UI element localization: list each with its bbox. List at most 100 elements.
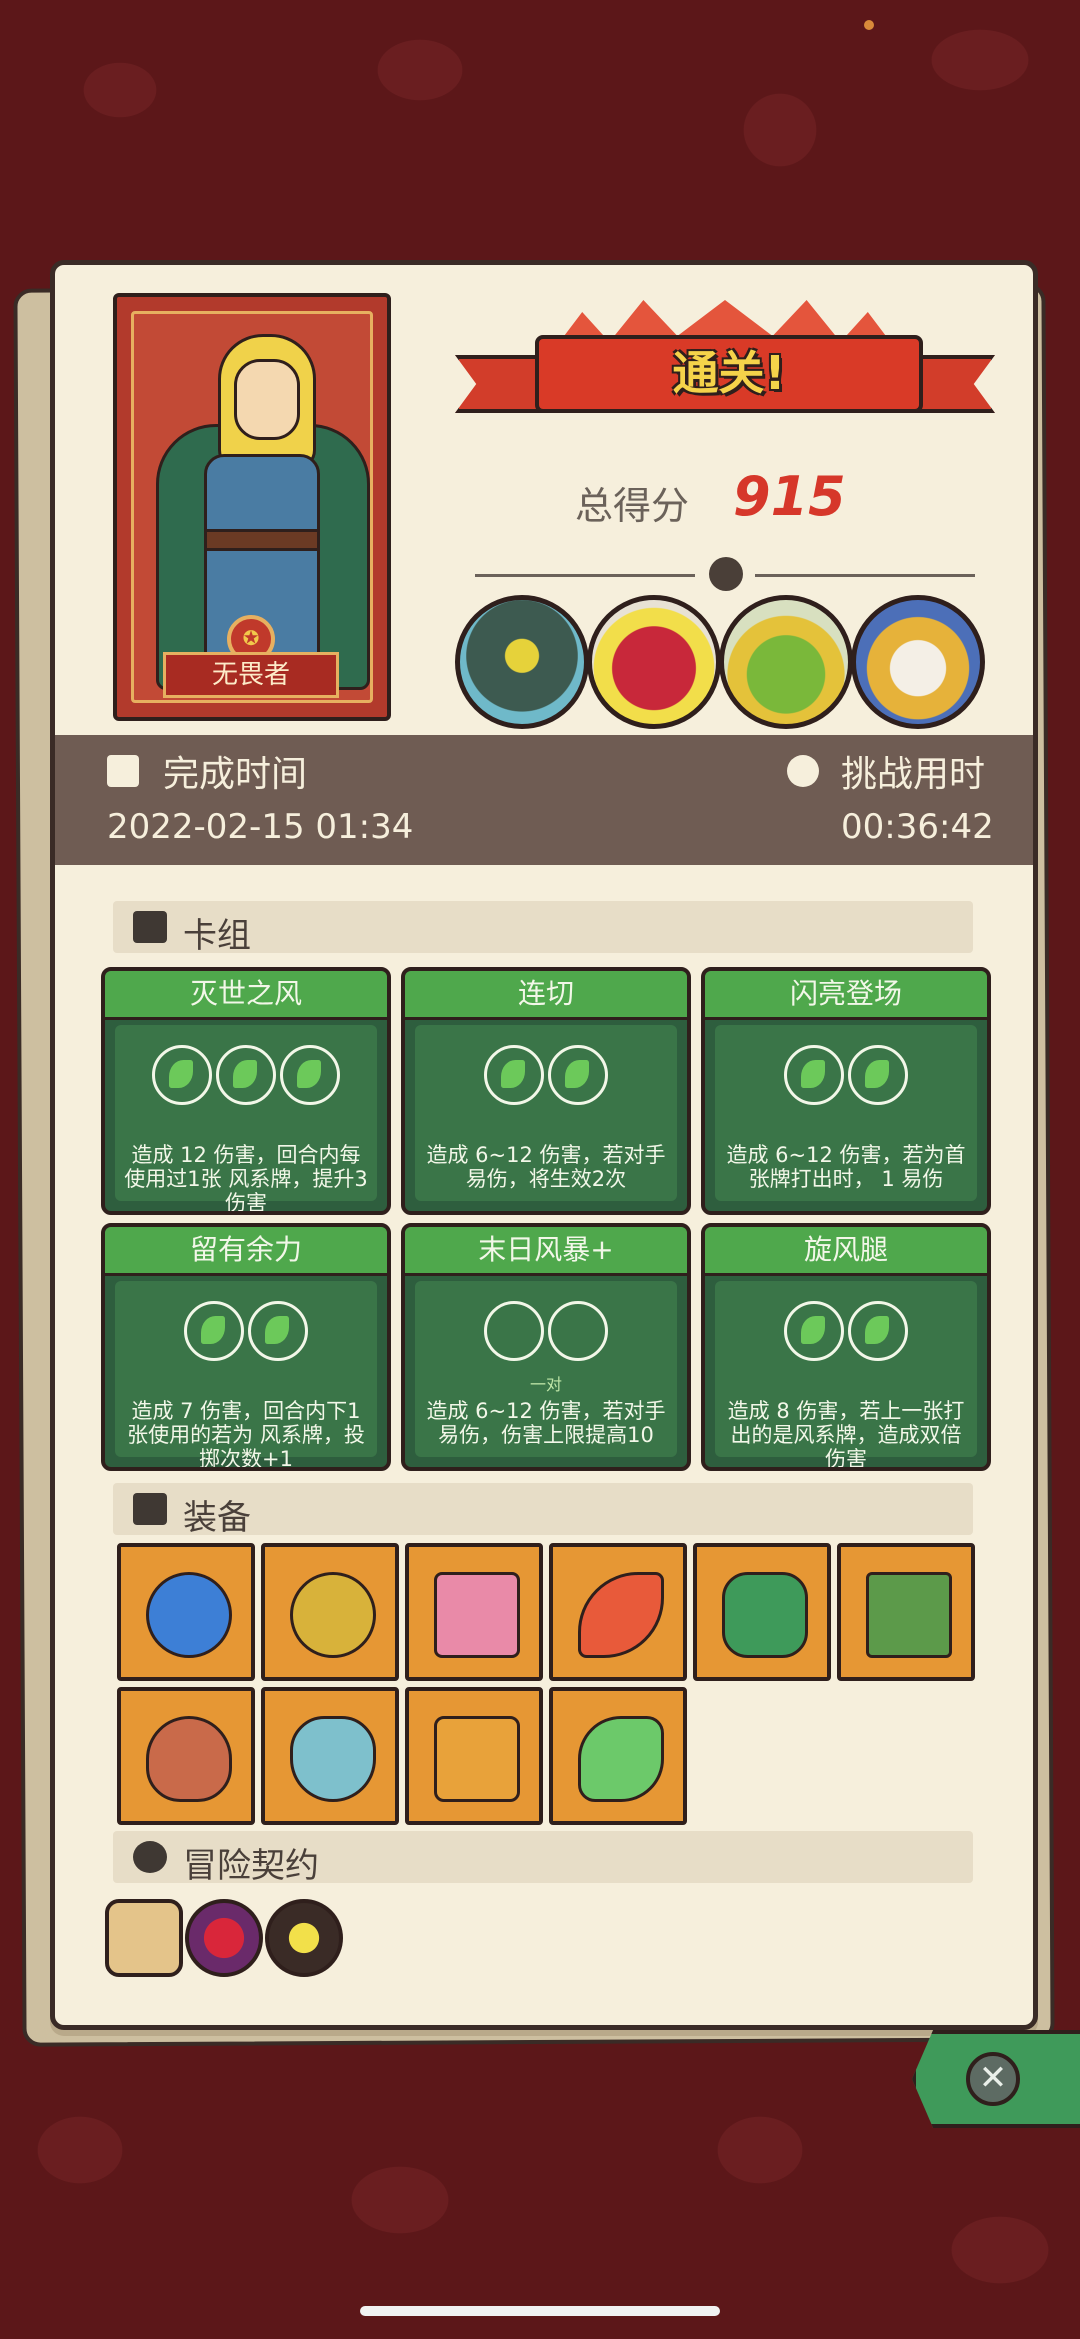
goblin-king-boss-avatar[interactable] <box>719 595 853 729</box>
cards-icon <box>133 911 167 943</box>
card-body: 造成 6~12 伤害，若对手 易伤，将生效2次 <box>415 1025 677 1201</box>
card-name: 旋风腿 <box>705 1227 987 1276</box>
card-name: 灭世之风 <box>105 971 387 1020</box>
flower-pot-contract-icon[interactable] <box>265 1899 343 1977</box>
card-item[interactable]: 末日风暴+ 一对 造成 6~12 伤害，若对手 易伤，伤害上限提高10 <box>401 1223 691 1471</box>
contract-section-header: 冒险契约 <box>113 1831 973 1886</box>
finish-time-value: 2022-02-15 01:34 <box>107 807 414 847</box>
card-description: 造成 6~12 伤害，若对手 易伤，伤害上限提高10 <box>426 1399 666 1447</box>
item-art <box>578 1572 664 1658</box>
blood-drop-contract-icon[interactable] <box>185 1899 263 1977</box>
card-body: 造成 12 伤害，回合内每使用过1张 风系牌，提升3伤害 <box>115 1025 377 1211</box>
card-body: 造成 6~12 伤害，若为首张牌打出时， 1 易伤 <box>715 1025 977 1201</box>
wind-orb-icon <box>152 1045 212 1105</box>
feather-item-icon[interactable] <box>549 1543 687 1681</box>
empty-orb-icon <box>484 1301 544 1361</box>
wind-orb-icon <box>848 1301 908 1361</box>
wind-orb-icon <box>216 1045 276 1105</box>
divider-line-right <box>755 574 975 577</box>
wind-orb-icon <box>548 1045 608 1105</box>
card-orbs <box>415 1045 677 1109</box>
status-dot <box>864 20 874 30</box>
green-gem-item-icon[interactable] <box>693 1543 831 1681</box>
item-art <box>434 1572 520 1658</box>
orb-requirement-label: 一对 <box>529 1375 562 1394</box>
box-icon <box>133 1493 167 1525</box>
hero-belt <box>204 529 320 551</box>
card-orbs <box>715 1045 977 1109</box>
result-panel: ✪ 无畏者 通关! 总得分 915 完成时间 2022-02-15 01:34 … <box>50 260 1038 2030</box>
card-item[interactable]: 留有余力 造成 7 伤害，回合内下1张使用的若为 风系牌，投掷次数+1 <box>101 1223 391 1471</box>
card-body: 一对 造成 6~12 伤害，若对手 易伤，伤害上限提高10 <box>415 1281 677 1457</box>
card-name: 连切 <box>405 971 687 1020</box>
card-orbs <box>115 1045 377 1109</box>
card-item[interactable]: 连切 造成 6~12 伤害，若对手 易伤，将生效2次 <box>401 967 691 1215</box>
score-label: 总得分 <box>575 484 690 528</box>
card-item[interactable]: 闪亮登场 造成 6~12 伤害，若为首张牌打出时， 1 易伤 <box>701 967 991 1215</box>
card-description: 造成 6~12 伤害，若为首张牌打出时， 1 易伤 <box>726 1143 966 1191</box>
card-orbs <box>415 1301 677 1365</box>
wind-orb-icon <box>784 1045 844 1105</box>
stopwatch-icon <box>787 755 819 787</box>
challenge-time-label: 挑战用时 <box>841 754 986 795</box>
card-orbs <box>115 1301 377 1365</box>
contract-section-label: 冒险契约 <box>183 1846 319 1886</box>
item-art <box>866 1572 952 1658</box>
close-icon[interactable]: ✕ <box>966 2052 1020 2106</box>
card-description: 造成 12 伤害，回合内每使用过1张 风系牌，提升3伤害 <box>124 1143 368 1215</box>
card-name: 末日风暴+ <box>405 1227 687 1276</box>
blue-orb-item-icon[interactable] <box>117 1543 255 1681</box>
calendar-icon <box>107 755 139 787</box>
heart-box-item-icon[interactable] <box>405 1543 543 1681</box>
red-demon-boss-avatar[interactable] <box>587 595 721 729</box>
person-icon <box>133 1841 167 1873</box>
deck-section-label: 卡组 <box>183 916 251 956</box>
item-art <box>290 1572 376 1658</box>
card-body: 造成 7 伤害，回合内下1张使用的若为 风系牌，投掷次数+1 <box>115 1281 377 1467</box>
wind-orb-icon <box>248 1301 308 1361</box>
deck-section-header: 卡组 <box>113 901 973 956</box>
lion-boss-avatar[interactable] <box>851 595 985 729</box>
boss-divider <box>455 557 995 591</box>
card-description: 造成 7 伤害，回合内下1张使用的若为 风系牌，投掷次数+1 <box>127 1399 365 1471</box>
wind-orb-icon <box>848 1045 908 1105</box>
hero-portrait-card[interactable]: ✪ 无畏者 <box>113 293 391 721</box>
armored-boss-avatar[interactable] <box>455 595 589 729</box>
item-art <box>146 1572 232 1658</box>
card-item[interactable]: 灭世之风 造成 12 伤害，回合内每使用过1张 风系牌，提升3伤害 <box>101 967 391 1215</box>
wind-orb-icon <box>280 1045 340 1105</box>
equipment-section-label: 装备 <box>183 1498 251 1538</box>
home-indicator[interactable] <box>360 2306 720 2316</box>
item-art <box>146 1716 232 1802</box>
victory-banner: 通关! <box>455 295 995 435</box>
gold-coin-item-icon[interactable] <box>261 1543 399 1681</box>
vase-item-icon[interactable] <box>261 1687 399 1825</box>
card-description: 造成 8 伤害，若上一张打出的是风系牌，造成双倍伤害 <box>727 1399 965 1471</box>
green-bird-item-icon[interactable] <box>549 1687 687 1825</box>
wind-orb-icon <box>484 1045 544 1105</box>
scroll-contract-icon[interactable] <box>105 1899 183 1977</box>
empty-orb-icon <box>548 1301 608 1361</box>
score-value: 915 <box>733 465 846 528</box>
card-name: 留有余力 <box>105 1227 387 1276</box>
equipment-section-header: 装备 <box>113 1483 973 1538</box>
divider-line-left <box>475 574 695 577</box>
wind-orb-icon <box>184 1301 244 1361</box>
hero-face <box>234 359 300 440</box>
card-orbs <box>715 1301 977 1365</box>
card-body: 造成 8 伤害，若上一张打出的是风系牌，造成双倍伤害 <box>715 1281 977 1467</box>
item-art <box>434 1716 520 1802</box>
banner-title: 通关! <box>672 346 786 400</box>
skull-icon <box>709 557 743 591</box>
sweater-item-icon[interactable] <box>405 1687 543 1825</box>
challenge-time-value: 00:36:42 <box>841 807 994 847</box>
time-bar: 完成时间 2022-02-15 01:34 挑战用时 00:36:42 <box>55 735 1033 865</box>
item-art <box>290 1716 376 1802</box>
finish-time-label: 完成时间 <box>163 754 308 795</box>
meat-item-icon[interactable] <box>117 1687 255 1825</box>
card-item[interactable]: 旋风腿 造成 8 伤害，若上一张打出的是风系牌，造成双倍伤害 <box>701 1223 991 1471</box>
item-art <box>578 1716 664 1802</box>
moss-stone-item-icon[interactable] <box>837 1543 975 1681</box>
hero-name: 无畏者 <box>163 652 339 698</box>
card-description: 造成 6~12 伤害，若对手 易伤，将生效2次 <box>426 1143 666 1191</box>
